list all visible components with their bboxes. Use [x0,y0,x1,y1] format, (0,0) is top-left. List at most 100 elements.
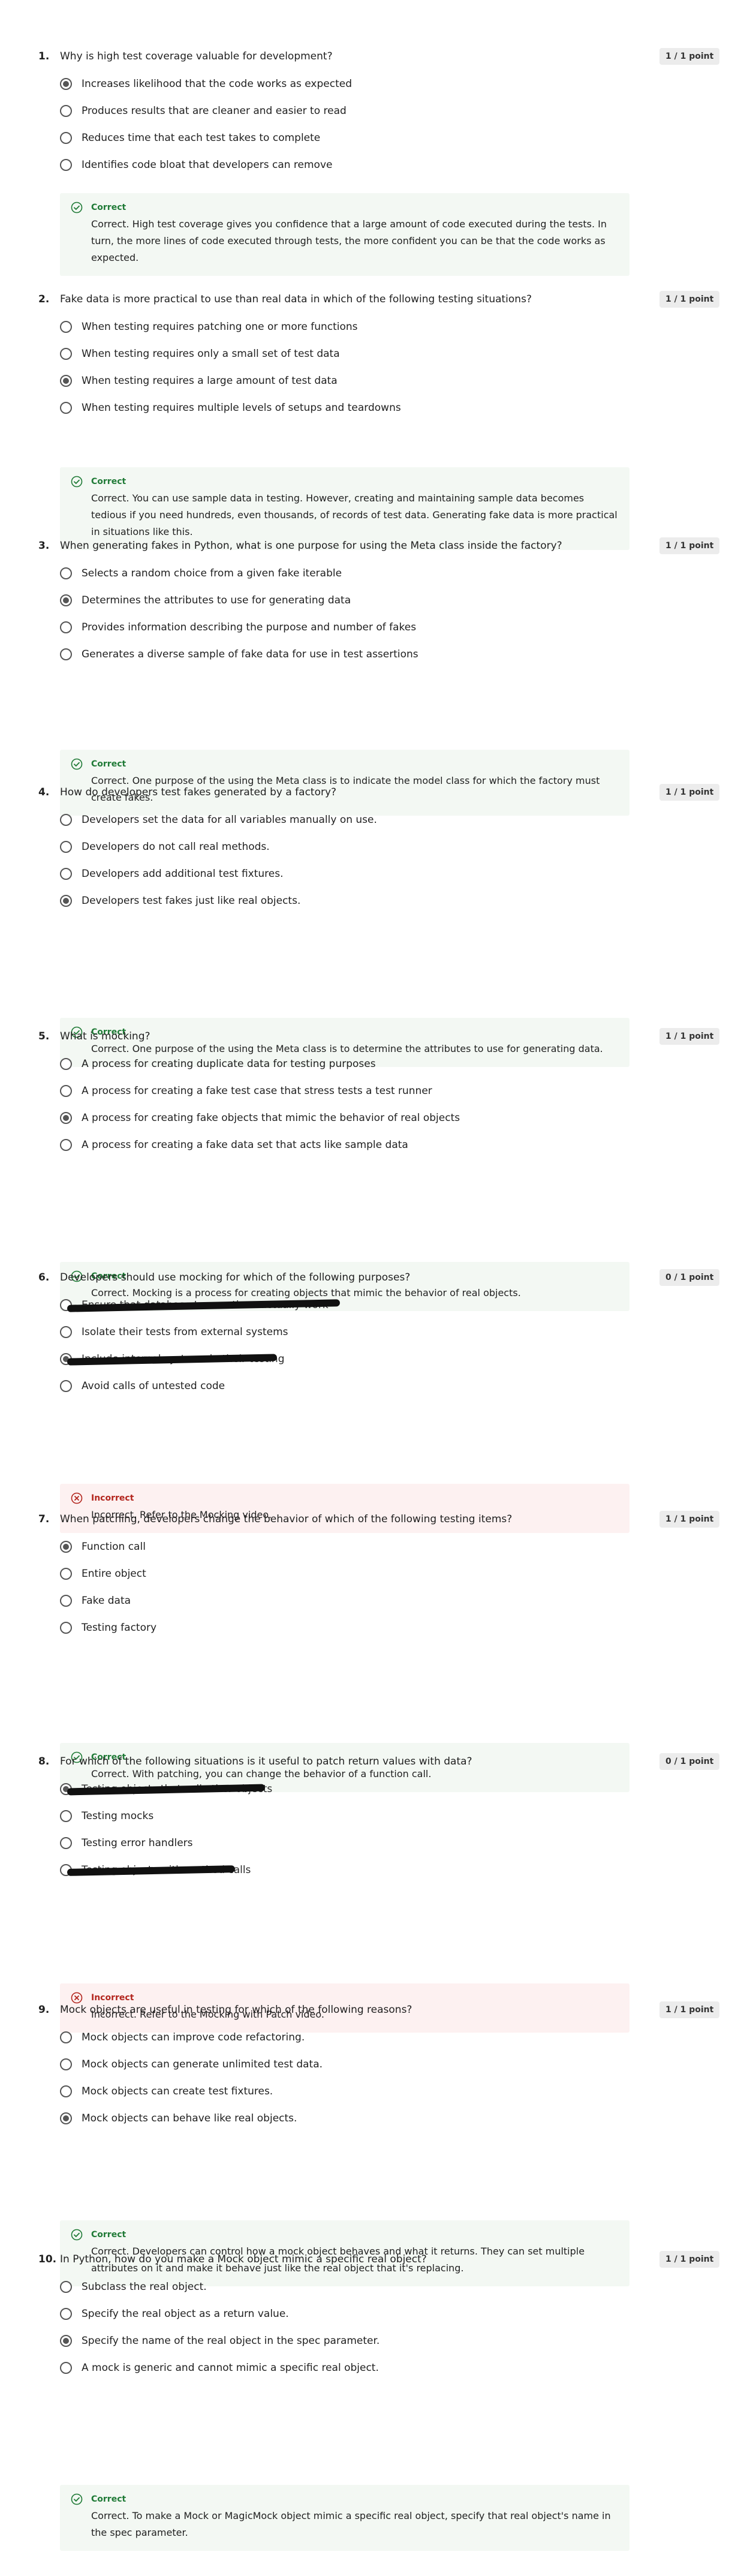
answer-option[interactable]: Developers add additional test fixtures. [60,867,377,894]
answer-option[interactable]: Testing error handlers [60,1836,272,1863]
answer-option[interactable]: Avoid calls of untested code [60,1379,329,1406]
question-header: 2. Fake data is more practical to use tha… [38,292,662,306]
radio-unselected-icon[interactable] [60,1837,72,1849]
answer-option[interactable]: Function call [60,1540,156,1567]
answer-option[interactable]: Testing objects that call other objects [60,1782,272,1809]
radio-unselected-icon[interactable] [60,1139,72,1151]
answer-option[interactable]: Specify the name of the real object in t… [60,2334,379,2361]
points-badge: 1 / 1 point [659,1511,720,1528]
radio-unselected-icon[interactable] [60,1622,72,1634]
answer-option[interactable]: Reduces time that each test takes to com… [60,131,352,158]
answer-option[interactable]: Isolate their tests from external system… [60,1325,329,1352]
answer-option-label: Entire object [82,1568,146,1580]
radio-unselected-icon[interactable] [60,348,72,360]
radio-unselected-icon[interactable] [60,1595,72,1607]
answer-option[interactable]: Determines the attributes to use for gen… [60,593,418,620]
answer-option[interactable]: Specify the real object as a return valu… [60,2307,379,2334]
radio-unselected-icon[interactable] [60,2058,72,2070]
radio-unselected-icon[interactable] [60,621,72,633]
question-text: How do developers test fakes generated b… [60,786,337,798]
radio-unselected-icon[interactable] [60,402,72,414]
answer-option-label: Developers do not call real methods. [82,841,270,853]
radio-selected-icon[interactable] [60,2335,72,2347]
answer-option[interactable]: A mock is generic and cannot mimic a spe… [60,2361,379,2388]
radio-unselected-icon[interactable] [60,841,72,853]
radio-unselected-icon[interactable] [60,2308,72,2320]
radio-unselected-icon[interactable] [60,814,72,826]
radio-selected-icon[interactable] [60,2112,72,2124]
answer-option[interactable]: Testing objects with method calls [60,1863,272,1890]
answer-option[interactable]: Generates a diverse sample of fake data … [60,647,418,674]
answer-option-label: Isolate their tests from external system… [82,1326,288,1338]
answer-option[interactable]: Ensure that database transactions actual… [60,1298,341,1325]
answer-option[interactable]: Mock objects can improve code refactorin… [60,2030,323,2057]
answer-option[interactable]: Testing factory [60,1621,156,1648]
answer-option[interactable]: Developers do not call real methods. [60,840,377,867]
radio-selected-icon[interactable] [60,78,72,90]
radio-unselected-icon[interactable] [60,2362,72,2374]
question-number: 1. [38,50,50,62]
answer-option[interactable]: Mock objects can create test fixtures. [60,2084,323,2111]
radio-unselected-icon[interactable] [60,159,72,171]
radio-selected-icon[interactable] [60,895,72,907]
answer-option[interactable]: When testing requires only a small set o… [60,347,401,374]
answer-options: Mock objects can improve code refactorin… [60,2030,323,2138]
answer-option[interactable]: When testing requires a large amount of … [60,374,401,401]
radio-unselected-icon[interactable] [60,1058,72,1070]
radio-unselected-icon[interactable] [60,2281,72,2293]
answer-option[interactable]: A process for creating a fake data set t… [60,1138,460,1165]
answer-option[interactable]: Produces results that are cleaner and ea… [60,104,352,131]
answer-option[interactable]: Identifies code bloat that developers ca… [60,158,352,185]
answer-option[interactable]: Subclass the real object. [60,2280,379,2307]
answer-option-label: Testing factory [82,1622,157,1634]
radio-unselected-icon[interactable] [60,1568,72,1580]
radio-unselected-icon[interactable] [60,1085,72,1097]
answer-option[interactable]: Entire object [60,1567,156,1594]
radio-selected-icon[interactable] [60,1541,72,1553]
radio-unselected-icon[interactable] [60,2031,72,2043]
radio-unselected-icon[interactable] [60,1380,72,1392]
radio-selected-icon[interactable] [60,1112,72,1124]
points-badge: 0 / 1 point [659,1753,720,1770]
x-circle-icon [71,1992,83,2004]
answer-option-label: Selects a random choice from a given fak… [82,567,342,579]
answer-option[interactable]: A process for creating a fake test case … [60,1084,460,1111]
radio-unselected-icon[interactable] [60,648,72,660]
question-text: When generating fakes in Python, what is… [60,540,562,552]
answer-option-label: A mock is generic and cannot mimic a spe… [82,2362,379,2374]
answer-option-label: Produces results that are cleaner and ea… [82,105,347,117]
answer-option[interactable]: Provides information describing the purp… [60,620,418,647]
radio-unselected-icon[interactable] [60,132,72,144]
radio-unselected-icon[interactable] [60,567,72,579]
answer-option[interactable]: Selects a random choice from a given fak… [60,566,418,593]
answer-option-label: Function call [82,1541,146,1553]
radio-selected-icon[interactable] [60,594,72,606]
answer-option[interactable]: Mock objects can generate unlimited test… [60,2057,323,2084]
answer-option[interactable]: Developers test fakes just like real obj… [60,894,377,921]
radio-unselected-icon[interactable] [60,1326,72,1338]
points-badge: 1 / 1 point [659,48,720,65]
answer-option[interactable]: Developers set the data for all variable… [60,813,377,840]
answer-option[interactable]: Mock objects can behave like real object… [60,2111,323,2138]
answer-option[interactable]: Fake data [60,1594,156,1621]
answer-option[interactable]: Testing mocks [60,1809,272,1836]
question-text: Fake data is more practical to use than … [60,293,532,305]
answer-option-label: When testing requires only a small set o… [82,348,340,360]
answer-option[interactable]: A process for creating duplicate data fo… [60,1057,460,1084]
answer-option[interactable]: Include internal systems in their testin… [60,1352,329,1379]
radio-unselected-icon[interactable] [60,105,72,117]
radio-unselected-icon[interactable] [60,1810,72,1822]
question-text: Developers should use mocking for which … [60,1272,411,1284]
radio-unselected-icon[interactable] [60,868,72,880]
radio-unselected-icon[interactable] [60,321,72,333]
answer-option[interactable]: A process for creating fake objects that… [60,1111,460,1138]
question-header: 9. Mock objects are useful in testing for… [38,2003,662,2017]
answer-option[interactable]: Increases likelihood that the code works… [60,77,352,104]
answer-option[interactable]: When testing requires multiple levels of… [60,401,401,428]
radio-unselected-icon[interactable] [60,2085,72,2097]
answer-option-label: Testing error handlers [82,1837,193,1849]
answer-option-label: A process for creating a fake test case … [82,1085,432,1097]
radio-selected-icon[interactable] [60,375,72,387]
answer-option[interactable]: When testing requires patching one or mo… [60,320,401,347]
answer-options: Selects a random choice from a given fak… [60,566,418,674]
